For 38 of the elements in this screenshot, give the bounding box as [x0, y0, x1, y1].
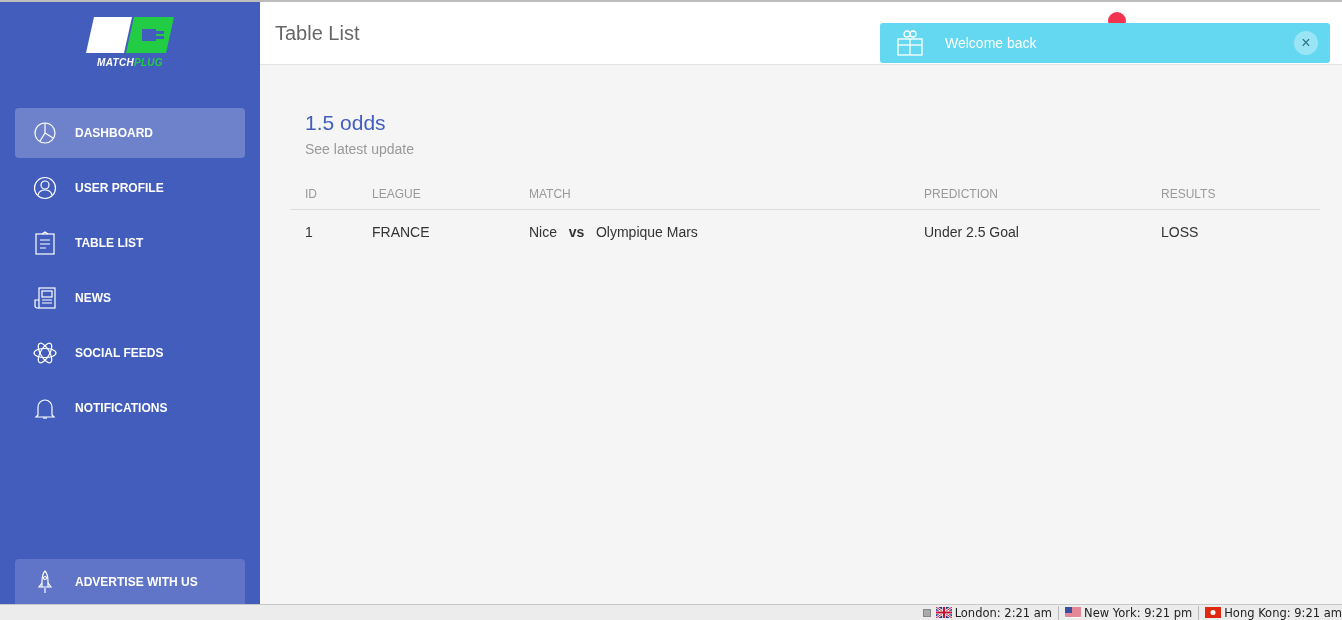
atom-icon	[33, 341, 57, 365]
clock-text: Hong Kong: 9:21 am	[1224, 605, 1342, 620]
column-header: ID	[290, 179, 357, 210]
sidebar-item[interactable]: TABLE LIST	[15, 218, 245, 268]
clock-text: London: 2:21 am	[954, 605, 1053, 620]
table-cell: 1	[290, 209, 357, 254]
page-title: Table List	[275, 21, 360, 45]
column-header: MATCH	[514, 179, 909, 210]
flag-icon	[935, 607, 952, 618]
pie-chart-icon	[33, 121, 57, 145]
logo-text: MATCHPLUG	[97, 57, 163, 68]
card-subtitle: See latest update	[305, 141, 415, 157]
table-cell: LOSS	[1146, 209, 1320, 254]
logo-icon	[86, 17, 174, 53]
table-cell: Nice vs Olympique Mars	[514, 209, 909, 254]
sidebar-item[interactable]: NOTIFICATIONS	[15, 383, 245, 433]
sidebar-item[interactable]: DASHBOARD	[15, 108, 245, 158]
toast-message: Welcome back	[945, 35, 1038, 51]
flag-icon	[1205, 607, 1222, 618]
column-header: PREDICTION	[909, 179, 1146, 210]
column-header: LEAGUE	[357, 179, 514, 210]
sidebar-item[interactable]: NEWS	[15, 273, 245, 323]
clock-text: New York: 9:21 pm	[1084, 605, 1193, 620]
square-icon	[922, 608, 931, 617]
gift-icon	[897, 30, 923, 56]
clipboard-icon	[33, 231, 57, 255]
advertise-button[interactable]: ADVERTISE WITH US	[15, 559, 245, 604]
newspaper-icon	[33, 286, 57, 310]
table-cell: Under 2.5 Goal	[909, 209, 1146, 254]
sidebar-item[interactable]: SOCIAL FEEDS	[15, 328, 245, 378]
bell-icon	[33, 396, 57, 420]
column-header: RESULTS	[1146, 179, 1320, 210]
close-button[interactable]: ×	[1294, 31, 1318, 55]
user-icon	[33, 176, 57, 200]
flag-icon	[1065, 607, 1082, 618]
card-title: 1.5 odds	[305, 111, 387, 135]
sidebar-item[interactable]: USER PROFILE	[15, 163, 245, 213]
table-cell: FRANCE	[357, 209, 514, 254]
